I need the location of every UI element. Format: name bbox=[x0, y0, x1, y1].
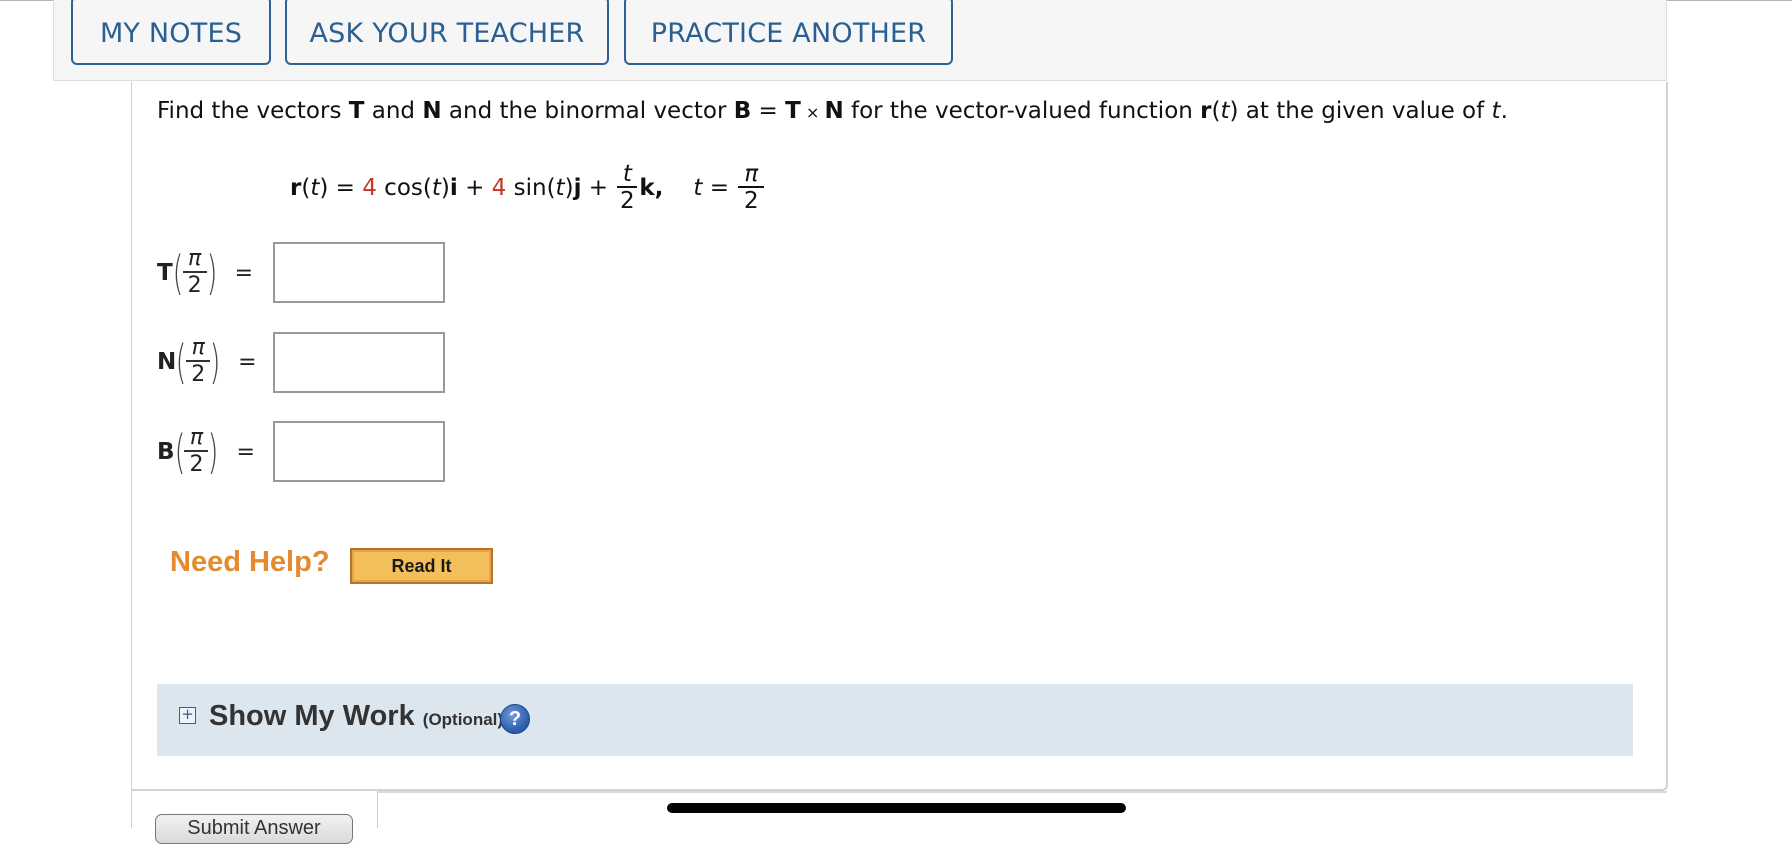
text: and bbox=[364, 98, 423, 124]
unit-k: k, bbox=[639, 175, 664, 201]
unit-j: j bbox=[573, 175, 582, 201]
denominator: 2 bbox=[744, 188, 759, 214]
show-my-work-section: + Show My Work (Optional) ? bbox=[157, 684, 1633, 756]
paren: ) bbox=[208, 425, 219, 479]
show-my-work-title[interactable]: Show My Work (Optional) bbox=[209, 700, 503, 733]
text: = bbox=[751, 98, 786, 124]
paren: ( bbox=[172, 246, 184, 300]
var-t: t bbox=[1220, 98, 1230, 124]
question-text: Find the vectors T and N and the binorma… bbox=[157, 98, 1508, 124]
fraction-pi-over-2: π2 bbox=[738, 161, 765, 214]
optional-label: (Optional) bbox=[422, 710, 504, 729]
denominator: 2 bbox=[187, 273, 202, 298]
question-toolbar: MY NOTES ASK YOUR TEACHER PRACTICE ANOTH… bbox=[53, 0, 1667, 81]
paren: ( bbox=[174, 425, 185, 479]
text: + bbox=[457, 175, 492, 201]
paren: ) bbox=[206, 246, 218, 300]
numerator: π bbox=[188, 246, 202, 271]
var-t: t bbox=[310, 175, 320, 201]
equals: = bbox=[238, 349, 257, 375]
paren: ) bbox=[209, 335, 221, 389]
show-my-work-label: Show My Work bbox=[209, 700, 415, 732]
answer-row-N: N ( π2 ) = bbox=[157, 327, 257, 397]
text: and the binormal vector bbox=[441, 98, 734, 124]
equals: = bbox=[236, 439, 255, 465]
answer-label: T bbox=[157, 260, 173, 286]
practice-another-button[interactable]: PRACTICE ANOTHER bbox=[624, 0, 953, 65]
cross-symbol: × bbox=[800, 103, 825, 122]
text: ) = bbox=[319, 175, 363, 201]
vector-T: T bbox=[348, 98, 365, 124]
numerator: t bbox=[622, 161, 632, 187]
divider bbox=[377, 791, 378, 828]
text: cos( bbox=[376, 175, 432, 201]
question-help-icon[interactable]: ? bbox=[500, 704, 530, 734]
answer-row-T: T ( π2 ) = bbox=[157, 238, 253, 308]
text: for the vector-valued function bbox=[843, 98, 1201, 124]
numerator: π bbox=[189, 425, 204, 450]
fraction-t-over-2: t2 bbox=[617, 161, 638, 214]
vector-N: N bbox=[824, 98, 844, 124]
text: ) bbox=[440, 175, 450, 201]
horizontal-scrollbar[interactable] bbox=[667, 803, 1126, 813]
my-notes-button[interactable]: MY NOTES bbox=[71, 0, 271, 65]
text: Find the vectors bbox=[157, 98, 349, 124]
text: + bbox=[581, 175, 616, 201]
fraction-pi-over-2: π2 bbox=[186, 335, 211, 388]
answer-row-B: B ( π2 ) = bbox=[157, 417, 255, 487]
answer-label: N bbox=[157, 349, 177, 375]
text: sin( bbox=[506, 175, 556, 201]
text: ) at the given value of bbox=[1229, 98, 1492, 124]
need-help-label: Need Help? bbox=[170, 546, 330, 578]
denominator: 2 bbox=[189, 452, 204, 477]
coefficient: 4 bbox=[362, 175, 377, 201]
var-t: t bbox=[555, 175, 565, 201]
answer-input-N[interactable] bbox=[273, 332, 445, 393]
denominator: 2 bbox=[620, 188, 635, 214]
answer-input-B[interactable] bbox=[273, 421, 445, 482]
vector-r: r bbox=[1200, 98, 1212, 124]
expand-plus-icon[interactable]: + bbox=[179, 707, 196, 724]
fraction-pi-over-2: π2 bbox=[184, 425, 209, 478]
text: ( bbox=[301, 175, 311, 201]
unit-i: i bbox=[449, 175, 458, 201]
vector-N: N bbox=[422, 98, 442, 124]
fraction-pi-over-2: π2 bbox=[182, 246, 207, 299]
vector-r: r bbox=[290, 175, 302, 201]
text: ) bbox=[564, 175, 574, 201]
denominator: 2 bbox=[191, 362, 206, 387]
answer-label: B bbox=[157, 439, 175, 465]
vector-T: T bbox=[785, 98, 801, 124]
vector-function-formula: r(t) = 4 cos(t) i + 4 sin(t) j + t 2 k, t = … bbox=[290, 158, 766, 218]
submit-answer-button[interactable]: Submit Answer bbox=[155, 814, 353, 844]
var-t: t bbox=[1491, 98, 1501, 124]
text: = bbox=[702, 175, 737, 201]
paren: ( bbox=[175, 335, 187, 389]
answer-input-T[interactable] bbox=[273, 242, 445, 303]
divider bbox=[377, 791, 1667, 793]
vector-B: B bbox=[733, 98, 752, 124]
numerator: π bbox=[191, 335, 205, 360]
coefficient: 4 bbox=[491, 175, 507, 201]
var-t: t bbox=[431, 175, 441, 201]
equals: = bbox=[234, 260, 254, 286]
read-it-button[interactable]: Read It bbox=[350, 548, 493, 584]
text: . bbox=[1500, 98, 1508, 124]
var-t: t bbox=[693, 175, 703, 201]
numerator: π bbox=[744, 161, 759, 187]
ask-your-teacher-button[interactable]: ASK YOUR TEACHER bbox=[285, 0, 609, 65]
